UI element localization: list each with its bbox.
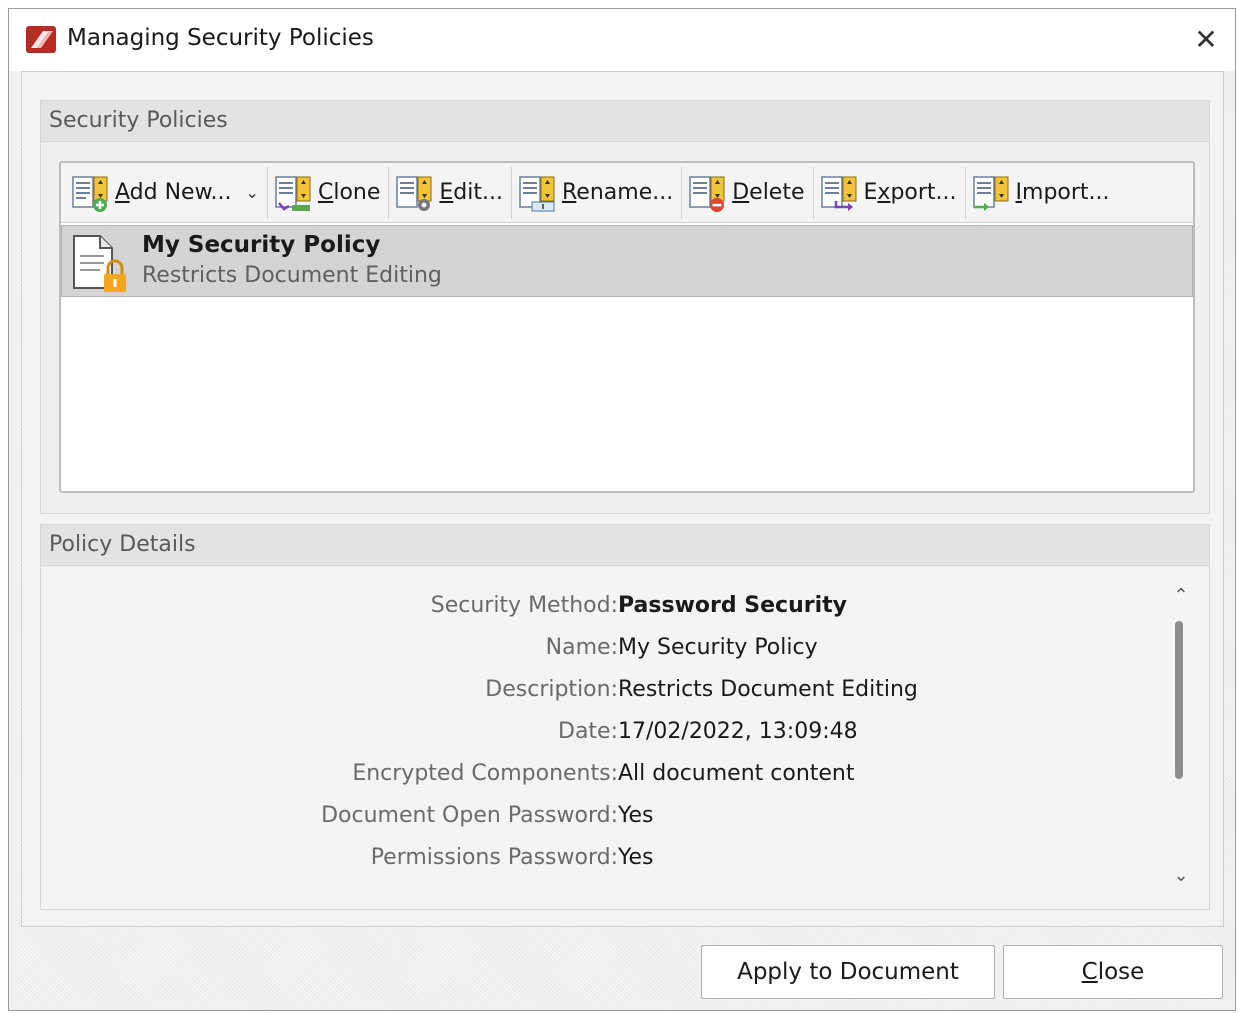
policy-details-group: Policy Details Security Method: Password… xyxy=(40,524,1210,910)
add-new-icon xyxy=(72,175,108,212)
policy-name: My Security Policy xyxy=(142,232,381,258)
close-icon: ✕ xyxy=(1194,22,1218,56)
import-label: Import... xyxy=(1015,180,1110,205)
detail-label: Description: xyxy=(485,677,618,702)
policies-panel: Add New... ⌄ Clone Edit... Rename... Del… xyxy=(59,161,1195,493)
rename-button[interactable]: Rename... xyxy=(512,166,683,219)
detail-value: Restricts Document Editing xyxy=(618,677,918,702)
add-new-label: Add New... xyxy=(115,180,232,205)
dialog-content: Security Policies Add New... ⌄ Clone Edi… xyxy=(21,71,1224,927)
apply-to-document-button[interactable]: Apply to Document xyxy=(701,945,995,999)
detail-row-permissions-password: Permissions Password: Yes xyxy=(41,845,1151,879)
edit-label: Edit... xyxy=(439,180,503,205)
detail-value: All document content xyxy=(618,761,855,786)
managing-security-policies-dialog: Managing Security Policies ✕ Security Po… xyxy=(8,8,1236,1011)
window-title: Managing Security Policies xyxy=(67,25,374,51)
policies-toolbar: Add New... ⌄ Clone Edit... Rename... Del… xyxy=(61,163,1193,223)
edit-icon xyxy=(396,175,432,211)
clone-label: Clone xyxy=(317,180,381,205)
detail-label: Permissions Password: xyxy=(370,845,618,870)
clone-button[interactable]: Clone xyxy=(268,166,390,219)
detail-row-date: Date: 17/02/2022, 13:09:48 xyxy=(41,719,1151,753)
app-logo-icon xyxy=(26,26,56,53)
rename-icon xyxy=(519,175,555,211)
export-label: Export... xyxy=(863,180,957,205)
delete-label: Delete xyxy=(732,180,805,205)
security-policies-header: Security Policies xyxy=(41,101,1209,142)
title-bar: Managing Security Policies ✕ xyxy=(9,9,1235,71)
chevron-down-icon[interactable]: ⌄ xyxy=(246,183,259,202)
detail-row-name: Name: My Security Policy xyxy=(41,635,1151,669)
detail-value: Yes xyxy=(618,803,654,828)
detail-value: Yes xyxy=(618,845,654,870)
detail-row-open-password: Document Open Password: Yes xyxy=(41,803,1151,837)
detail-label: Name: xyxy=(545,635,618,660)
detail-value: 17/02/2022, 13:09:48 xyxy=(618,719,858,744)
policies-list[interactable]: My Security Policy Restricts Document Ed… xyxy=(61,223,1193,491)
edit-button[interactable]: Edit... xyxy=(389,166,512,219)
detail-label: Encrypted Components: xyxy=(352,761,618,786)
detail-label: Date: xyxy=(558,719,618,744)
policy-details-header: Policy Details xyxy=(41,525,1209,566)
scroll-up-icon[interactable]: ⌃ xyxy=(1169,585,1193,609)
detail-value: Password Security xyxy=(618,593,847,618)
scroll-down-icon[interactable]: ⌄ xyxy=(1169,865,1193,889)
locked-document-icon xyxy=(73,235,126,292)
detail-label: Document Open Password: xyxy=(321,803,618,828)
detail-value: My Security Policy xyxy=(618,635,818,660)
clone-icon xyxy=(275,175,311,211)
list-item[interactable]: My Security Policy Restricts Document Ed… xyxy=(61,225,1193,297)
policy-details-panel: Security Method: Password Security Name:… xyxy=(41,567,1209,909)
delete-icon xyxy=(689,175,725,212)
scrollbar-thumb[interactable] xyxy=(1175,621,1183,779)
detail-label: Security Method: xyxy=(430,593,618,618)
delete-button[interactable]: Delete xyxy=(682,166,814,219)
import-icon xyxy=(972,175,1009,211)
import-button[interactable]: Import... xyxy=(966,167,1118,219)
security-policies-group: Security Policies Add New... ⌄ Clone Edi… xyxy=(40,100,1210,514)
close-window-button[interactable]: ✕ xyxy=(1177,9,1235,69)
add-new-button[interactable]: Add New... ⌄ xyxy=(65,166,268,219)
policy-description: Restricts Document Editing xyxy=(142,263,442,288)
export-button[interactable]: Export... xyxy=(814,166,966,219)
detail-row-security-method: Security Method: Password Security xyxy=(41,593,1151,627)
close-button[interactable]: Close xyxy=(1003,945,1223,999)
export-icon xyxy=(820,175,856,211)
close-button-label: Close xyxy=(1081,959,1145,985)
detail-row-description: Description: Restricts Document Editing xyxy=(41,677,1151,711)
detail-row-encrypted-components: Encrypted Components: All document conte… xyxy=(41,761,1151,795)
rename-label: Rename... xyxy=(561,180,674,205)
